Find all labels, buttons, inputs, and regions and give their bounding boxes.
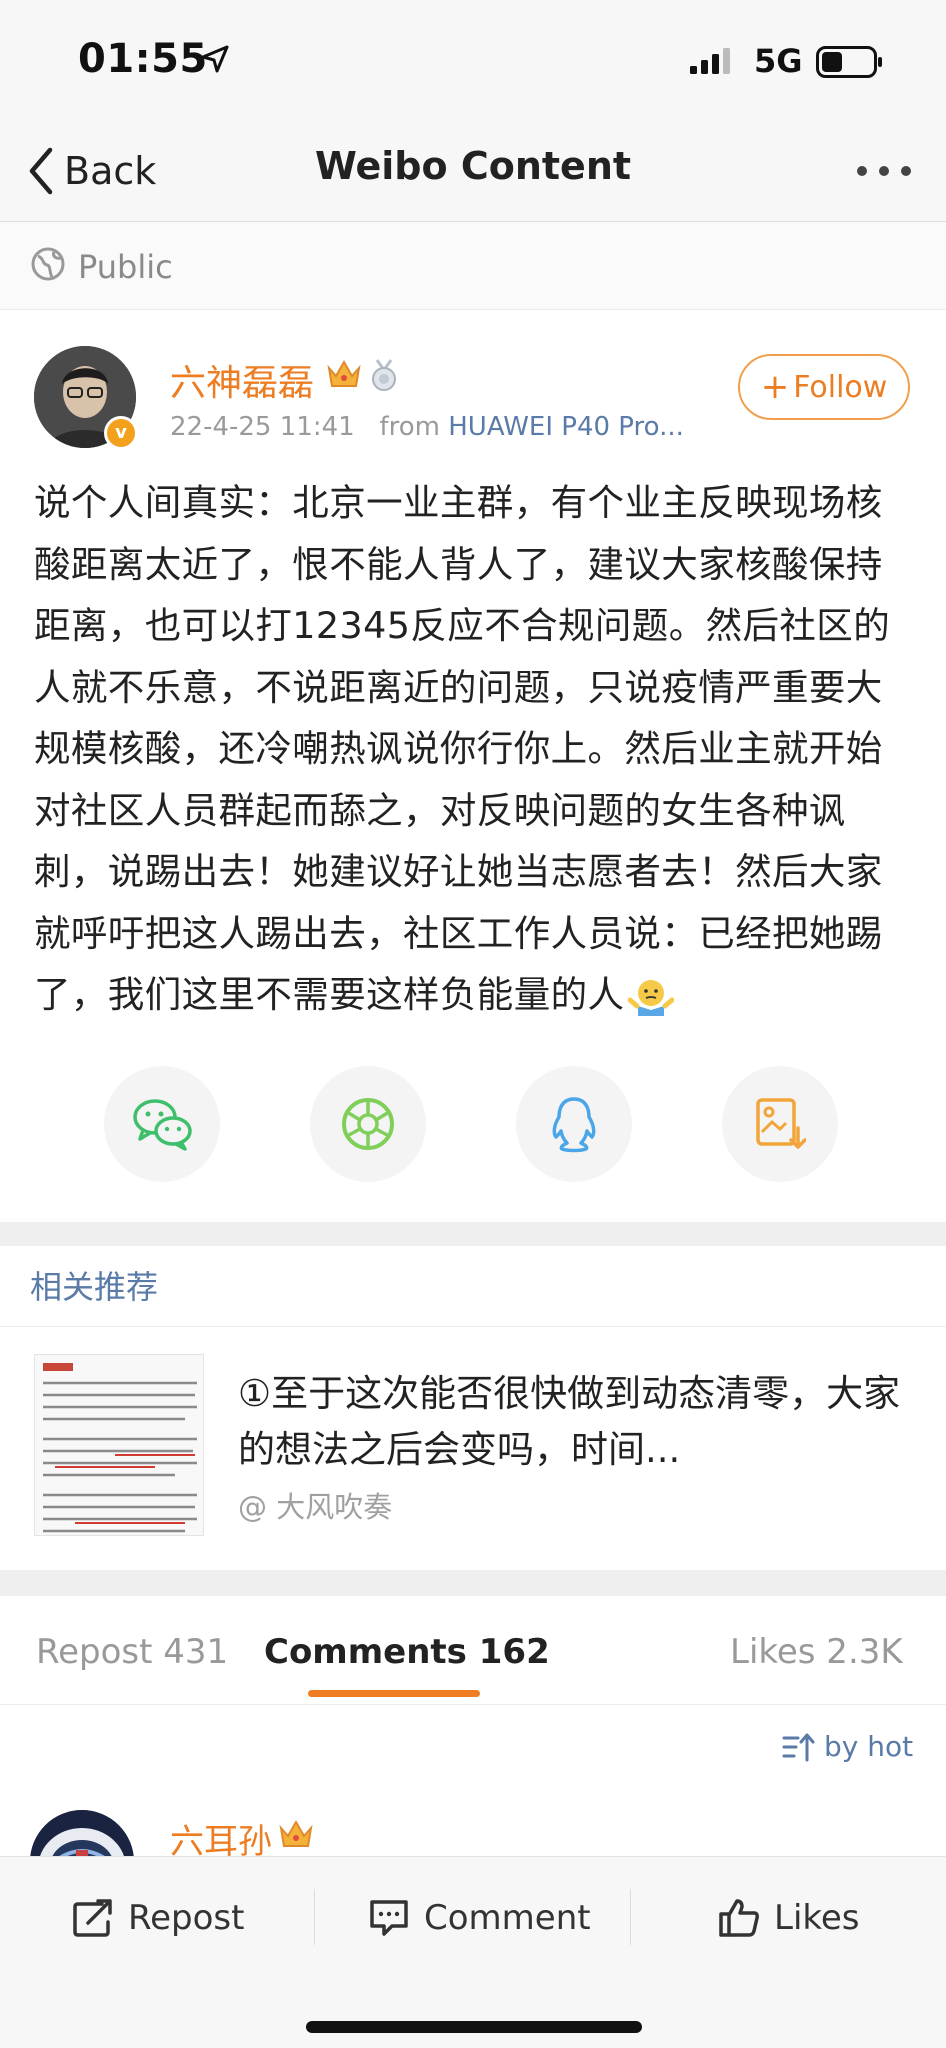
crown-icon [327,359,361,387]
plus-icon: + [760,367,790,407]
tab-comments[interactable]: Comments 162 [264,1632,550,1672]
weibo-content-screen: 01:55 5G Back Weibo Content Public v 六神磊… [0,0,946,2048]
repost-label: Repost [128,1898,245,1938]
battery-icon [816,46,882,78]
share-moments-button[interactable] [310,1066,426,1182]
comment-icon [370,1900,408,1936]
qq-icon [552,1097,596,1153]
location-arrow-icon [201,45,229,73]
moments-icon [342,1098,394,1150]
crown-icon [279,1819,313,1847]
post-meta: 22-4-25 11:41 from HUAWEI P40 Pro... [170,412,684,442]
globe-icon [31,247,65,281]
save-image-icon [756,1098,806,1149]
save-image-button[interactable] [722,1066,838,1182]
related-article-author[interactable]: @ 大风吹奏 [238,1484,392,1526]
repost-icon [73,1899,112,1937]
related-thumbnail[interactable] [34,1354,204,1536]
post-timestamp: 22-4-25 11:41 [170,412,355,442]
thumbs-up-icon [719,1899,759,1937]
bottom-action-bar: Repost Comment Likes [0,1856,946,2048]
comment-label: Comment [424,1898,591,1938]
tab-likes[interactable]: Likes 2.3K [730,1632,903,1672]
tab-repost[interactable]: Repost 431 [36,1632,228,1672]
sort-by-hot-button[interactable]: by hot [782,1730,913,1763]
follow-button[interactable]: + Follow [738,354,910,420]
status-time: 01:55 [78,36,208,82]
visibility-label: Public [78,248,173,286]
divider [0,1704,946,1705]
author-name[interactable]: 六神磊磊 [170,354,314,406]
separator [314,1889,315,1945]
cellular-signal-icon [690,48,730,74]
post-source-device[interactable]: HUAWEI P40 Pro... [448,412,684,442]
section-divider [0,1570,946,1596]
medal-icon [372,359,396,391]
likes-label: Likes [774,1898,860,1938]
more-options-icon[interactable] [856,164,912,178]
share-qq-button[interactable] [516,1066,632,1182]
article-thumbnail-image [35,1355,203,1535]
active-tab-indicator [308,1690,480,1697]
verified-badge-icon: v [104,416,138,450]
section-divider [0,1222,946,1246]
separator [630,1889,631,1945]
sort-label: by hot [824,1730,914,1763]
divider [0,1326,946,1327]
related-heading: 相关推荐 [30,1268,159,1306]
status-bar: 01:55 5G [0,0,946,118]
page-title: Weibo Content [314,144,632,188]
home-indicator[interactable] [306,2021,642,2033]
visibility-strip: Public [0,222,946,310]
sort-icon [782,1733,815,1761]
post-body: 说个人间真实：北京一业主群，有个业主反映现场核酸距离太近了，恨不能人背人了，建议… [34,472,918,1026]
comment-button[interactable]: Comment [368,1893,591,1943]
post-from-label: from [379,412,440,442]
related-article-title[interactable]: ①至于这次能否很快做到动态清零，大家的想法之后会变吗，时间... [238,1366,918,1478]
wechat-icon [133,1099,192,1151]
like-button[interactable]: Likes [718,1893,860,1943]
navigation-bar: Back Weibo Content [0,118,946,222]
follow-label: Follow [793,369,888,405]
repost-button[interactable]: Repost [72,1893,244,1943]
shrug-emoji-icon [628,979,675,1016]
post-text: 说个人间真实：北京一业主群，有个业主反映现场核酸距离太近了，恨不能人背人了，建议… [34,481,891,1016]
share-wechat-button[interactable] [104,1066,220,1182]
network-type: 5G [754,42,803,80]
